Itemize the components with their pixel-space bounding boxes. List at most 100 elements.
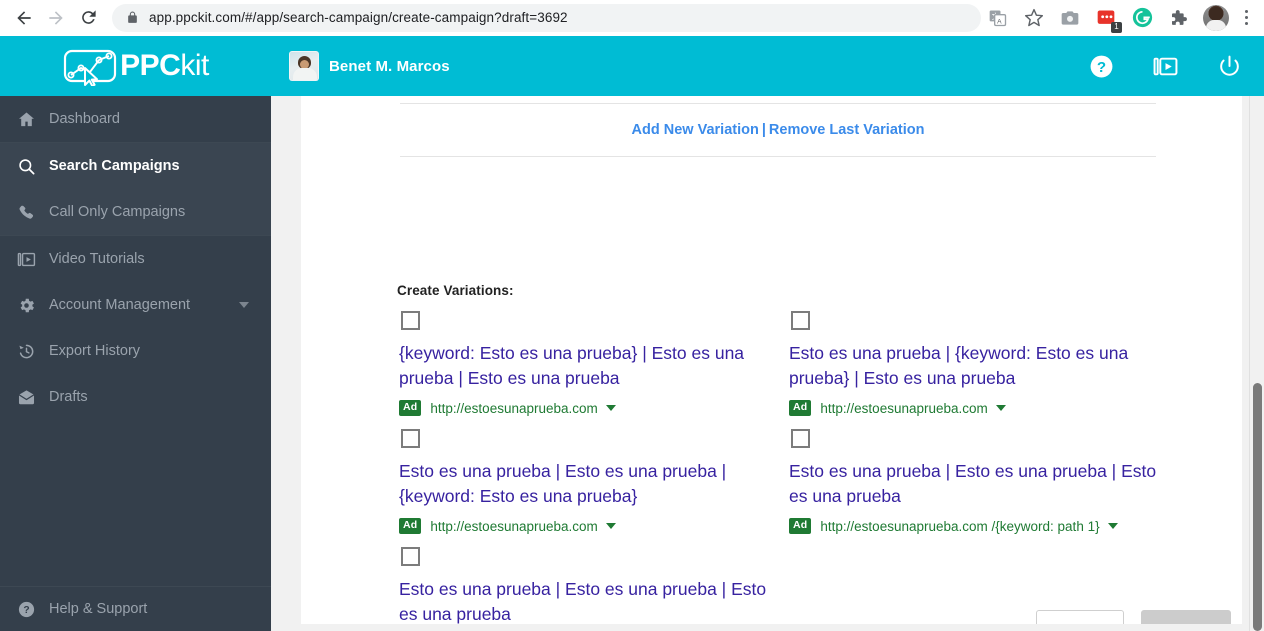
browser-toolbar: app.ppckit.com/#/app/search-campaign/cre…: [0, 0, 1264, 36]
extensions-puzzle-icon[interactable]: [1167, 7, 1189, 29]
add-new-variation-link[interactable]: Add New Variation: [632, 122, 759, 138]
variation-item: Esto es una prueba | Esto es una prueba …: [787, 424, 1177, 534]
grammarly-icon[interactable]: [1131, 7, 1153, 29]
variation-headline[interactable]: Esto es una prueba | {keyword: Esto es u…: [789, 341, 1159, 390]
sidebar-item-export-history[interactable]: Export History: [0, 328, 271, 374]
create-variations-label: Create Variations:: [397, 283, 514, 298]
variation-headline[interactable]: Esto es una prueba | Esto es una prueba …: [789, 459, 1159, 508]
sidebar-item-label: Dashboard: [49, 111, 120, 127]
sidebar-item-search-campaigns[interactable]: Search Campaigns: [0, 143, 271, 189]
brand-text-light: kit: [180, 49, 209, 82]
variation-display-url: http://estoesunaprueba.com: [430, 400, 598, 416]
video-icon: [17, 250, 47, 269]
variation-item: {keyword: Esto es una prueba} | Esto es …: [397, 306, 787, 416]
sidebar-item-help-support[interactable]: ? Help & Support: [0, 587, 271, 631]
back-arrow-icon[interactable]: [8, 2, 40, 34]
sidebar-group-main: Dashboard: [0, 96, 271, 143]
ad-badge: Ad: [789, 518, 812, 534]
chevron-down-icon[interactable]: [605, 523, 616, 529]
sidebar-group-tools: Video Tutorials Account Management Expor…: [0, 236, 271, 420]
variation-checkbox[interactable]: [791, 429, 810, 448]
secondary-button[interactable]: [1036, 610, 1124, 624]
recorder-extension-icon[interactable]: 1: [1095, 7, 1122, 33]
sidebar-item-label: Video Tutorials: [49, 251, 145, 267]
help-icon[interactable]: ?: [1088, 53, 1114, 79]
translate-icon[interactable]: 文 A: [987, 7, 1009, 29]
variation-display-url: http://estoesunaprueba.com: [820, 400, 988, 416]
variation-url-row: Ad http://estoesunaprueba.com: [789, 400, 1167, 416]
svg-text:?: ?: [1096, 58, 1105, 75]
forward-arrow-icon[interactable]: [40, 2, 72, 34]
browser-nav-buttons: [0, 2, 104, 34]
chrome-menu-icon[interactable]: [1243, 10, 1254, 25]
ad-badge: Ad: [789, 400, 812, 416]
create-campaign-card: Add New Variation | Remove Last Variation …: [301, 96, 1242, 624]
variations-grid: {keyword: Esto es una prueba} | Esto es …: [397, 306, 1197, 631]
sidebar-group-campaigns: Search Campaigns Call Only Campaigns: [0, 143, 271, 236]
reload-icon[interactable]: [72, 2, 104, 34]
address-bar-url: app.ppckit.com/#/app/search-campaign/cre…: [149, 10, 568, 25]
video-library-icon[interactable]: [1152, 53, 1178, 79]
lock-icon: [126, 11, 139, 24]
sidebar-item-label: Call Only Campaigns: [49, 204, 186, 220]
help-circle-icon: ?: [17, 600, 47, 619]
variation-checkbox[interactable]: [401, 547, 420, 566]
variation-display-url: http://estoesunaprueba.com: [430, 518, 598, 534]
bookmark-star-icon[interactable]: [1023, 7, 1045, 29]
chevron-down-icon[interactable]: [1107, 523, 1118, 529]
variation-link-separator: |: [761, 122, 766, 138]
chevron-down-icon[interactable]: [995, 405, 1006, 411]
brand-logo[interactable]: PPCkit: [0, 36, 271, 96]
variation-actions-bar: Add New Variation | Remove Last Variation: [400, 103, 1156, 157]
ppckit-chart-cursor-logo: [62, 46, 118, 86]
sidebar-item-label: Drafts: [49, 389, 88, 405]
remove-last-variation-link[interactable]: Remove Last Variation: [769, 122, 925, 138]
screenshot-camera-icon[interactable]: [1059, 7, 1081, 29]
chevron-down-icon[interactable]: [605, 405, 616, 411]
brand-text: PPCkit: [120, 51, 209, 81]
page-scrollbar[interactable]: [1249, 96, 1264, 631]
variation-checkbox[interactable]: [401, 429, 420, 448]
sidebar-item-label: Account Management: [49, 297, 191, 313]
header-user-block[interactable]: Benet M. Marcos: [289, 51, 450, 81]
user-name: Benet M. Marcos: [329, 57, 450, 75]
browser-extension-icons: 文 A 1: [987, 4, 1264, 33]
sidebar-item-label: Export History: [49, 343, 141, 359]
chevron-down-icon[interactable]: [239, 297, 249, 313]
sidebar-item-dashboard[interactable]: Dashboard: [0, 96, 271, 142]
variation-display-url: http://estoesunaprueba.com /{keyword: pa…: [820, 518, 1100, 534]
svg-text:A: A: [997, 18, 1002, 25]
variation-url-row: Ad http://estoesunaprueba.com: [399, 400, 777, 416]
sidebar-item-call-only-campaigns[interactable]: Call Only Campaigns: [0, 189, 271, 235]
avatar: [289, 51, 319, 81]
sidebar-item-label: Help & Support: [49, 601, 148, 617]
variation-checkbox[interactable]: [401, 311, 420, 330]
address-bar[interactable]: app.ppckit.com/#/app/search-campaign/cre…: [112, 3, 981, 32]
sidebar-item-label: Search Campaigns: [49, 158, 180, 174]
sidebar-item-drafts[interactable]: Drafts: [0, 374, 271, 420]
sidebar: Dashboard Search Campaigns Call Only Cam…: [0, 96, 271, 631]
brand-text-bold: PPC: [120, 49, 181, 82]
svg-text:?: ?: [23, 605, 29, 616]
variation-headline[interactable]: Esto es una prueba | Esto es una prueba …: [399, 459, 769, 508]
header-actions: ?: [1088, 53, 1264, 79]
history-icon: [17, 342, 47, 361]
extension-badge-count: 1: [1111, 21, 1122, 33]
app-header: PPCkit Benet M. Marcos ?: [0, 36, 1264, 96]
variation-headline[interactable]: {keyword: Esto es una prueba} | Esto es …: [399, 341, 769, 390]
primary-button[interactable]: [1141, 610, 1231, 624]
power-logout-icon[interactable]: [1216, 53, 1242, 79]
scrollbar-thumb[interactable]: [1253, 383, 1262, 631]
variation-url-row: Ad http://estoesunaprueba.com: [399, 518, 777, 534]
gear-icon: [17, 296, 47, 315]
variation-checkbox[interactable]: [791, 311, 810, 330]
profile-avatar-icon[interactable]: [1203, 4, 1229, 31]
form-footer-buttons: [301, 610, 1242, 624]
sidebar-bottom: ? Help & Support: [0, 586, 271, 631]
envelope-icon: [17, 388, 47, 407]
variation-item: Esto es una prueba | Esto es una prueba …: [397, 424, 787, 534]
search-icon: [17, 157, 47, 176]
sidebar-item-account-management[interactable]: Account Management: [0, 282, 271, 328]
sidebar-item-video-tutorials[interactable]: Video Tutorials: [0, 236, 271, 282]
content-area: Add New Variation | Remove Last Variation …: [271, 96, 1264, 631]
